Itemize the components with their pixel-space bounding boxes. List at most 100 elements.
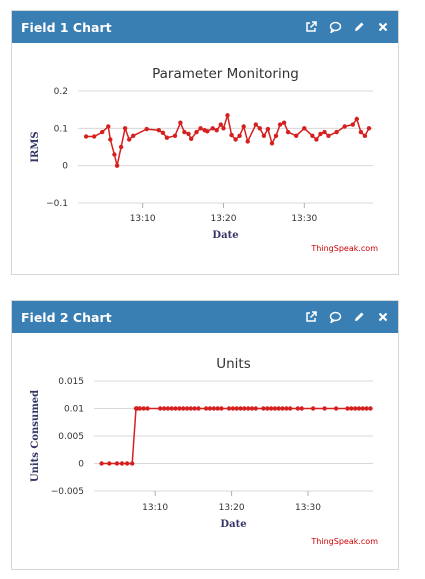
credits-link[interactable]: ThingSpeak.com (310, 244, 378, 253)
data-point[interactable] (100, 129, 105, 135)
data-point[interactable] (360, 406, 365, 411)
data-point[interactable] (276, 406, 281, 411)
data-point[interactable] (214, 128, 219, 133)
data-point[interactable] (173, 406, 178, 411)
external-link-icon[interactable] (304, 20, 318, 34)
data-point[interactable] (349, 406, 354, 411)
data-point[interactable] (188, 406, 193, 411)
data-point[interactable] (169, 406, 174, 411)
data-point[interactable] (99, 461, 104, 466)
data-point[interactable] (246, 406, 251, 411)
data-point[interactable] (156, 128, 161, 133)
data-point[interactable] (272, 406, 278, 411)
data-point[interactable] (137, 406, 143, 411)
data-point[interactable] (322, 129, 327, 135)
data-point[interactable] (219, 406, 224, 411)
data-point[interactable] (277, 122, 283, 127)
data-point[interactable] (314, 137, 319, 142)
data-point[interactable] (225, 113, 230, 118)
data-point[interactable] (194, 129, 199, 135)
data-point[interactable] (178, 120, 183, 125)
data-point[interactable] (354, 116, 359, 122)
data-point[interactable] (249, 406, 255, 411)
data-point[interactable] (358, 129, 364, 135)
data-point[interactable] (294, 133, 299, 138)
data-point[interactable] (322, 406, 327, 411)
data-point[interactable] (165, 406, 171, 411)
data-point[interactable] (108, 137, 113, 142)
data-point[interactable] (261, 133, 267, 138)
data-point[interactable] (245, 139, 250, 144)
data-point[interactable] (310, 406, 316, 411)
data-point[interactable] (273, 133, 279, 138)
data-point[interactable] (131, 133, 136, 138)
comment-icon[interactable] (328, 20, 342, 34)
data-point[interactable] (253, 406, 258, 411)
close-icon[interactable] (376, 310, 390, 324)
pencil-icon[interactable] (352, 20, 366, 34)
data-point[interactable] (122, 126, 128, 131)
data-point[interactable] (302, 126, 307, 131)
data-point[interactable] (203, 406, 209, 411)
data-point[interactable] (124, 461, 130, 466)
data-point[interactable] (242, 406, 247, 411)
pencil-icon[interactable] (352, 310, 366, 324)
data-point[interactable] (114, 163, 120, 168)
data-point[interactable] (265, 406, 270, 411)
data-point[interactable] (211, 406, 216, 411)
data-point[interactable] (257, 126, 262, 131)
external-link-icon[interactable] (304, 310, 318, 324)
data-point[interactable] (83, 134, 89, 139)
comment-icon[interactable] (328, 310, 342, 324)
data-point[interactable] (164, 135, 170, 140)
data-point[interactable] (265, 126, 271, 132)
data-point[interactable] (237, 133, 242, 138)
data-point[interactable] (158, 406, 163, 411)
data-point[interactable] (221, 126, 226, 131)
data-point[interactable] (92, 134, 97, 139)
data-point[interactable] (196, 406, 201, 411)
data-point[interactable] (144, 126, 149, 132)
data-point[interactable] (160, 130, 166, 135)
data-point[interactable] (177, 406, 182, 411)
data-point[interactable] (186, 131, 191, 137)
data-point[interactable] (119, 461, 125, 466)
data-point[interactable] (172, 133, 178, 138)
data-point[interactable] (205, 129, 210, 134)
data-point[interactable] (366, 126, 372, 131)
data-point[interactable] (189, 136, 194, 141)
data-point[interactable] (192, 406, 197, 411)
data-point[interactable] (161, 406, 167, 411)
data-point[interactable] (285, 129, 291, 135)
data-point[interactable] (127, 137, 132, 142)
data-point[interactable] (130, 461, 135, 466)
data-point[interactable] (118, 144, 124, 150)
data-point[interactable] (268, 406, 274, 411)
data-point[interactable] (326, 133, 331, 138)
data-point[interactable] (233, 137, 238, 142)
data-point[interactable] (280, 406, 285, 411)
data-point[interactable] (114, 461, 120, 466)
data-point[interactable] (364, 406, 369, 411)
data-point[interactable] (310, 133, 315, 138)
data-point[interactable] (230, 406, 236, 411)
data-point[interactable] (207, 406, 213, 411)
data-point[interactable] (362, 133, 368, 138)
data-point[interactable] (281, 120, 287, 125)
data-point[interactable] (112, 152, 117, 157)
data-point[interactable] (141, 406, 146, 411)
data-point[interactable] (184, 406, 190, 411)
data-point[interactable] (345, 406, 350, 411)
data-point[interactable] (288, 406, 293, 411)
data-point[interactable] (215, 406, 220, 411)
data-point[interactable] (299, 406, 304, 411)
data-point[interactable] (284, 406, 289, 411)
data-point[interactable] (198, 126, 203, 131)
data-point[interactable] (106, 124, 111, 129)
data-point[interactable] (356, 406, 362, 411)
data-point[interactable] (229, 132, 234, 138)
data-point[interactable] (295, 406, 300, 411)
credits-link[interactable]: ThingSpeak.com (310, 537, 378, 546)
data-point[interactable] (107, 461, 112, 466)
data-point[interactable] (269, 141, 275, 146)
